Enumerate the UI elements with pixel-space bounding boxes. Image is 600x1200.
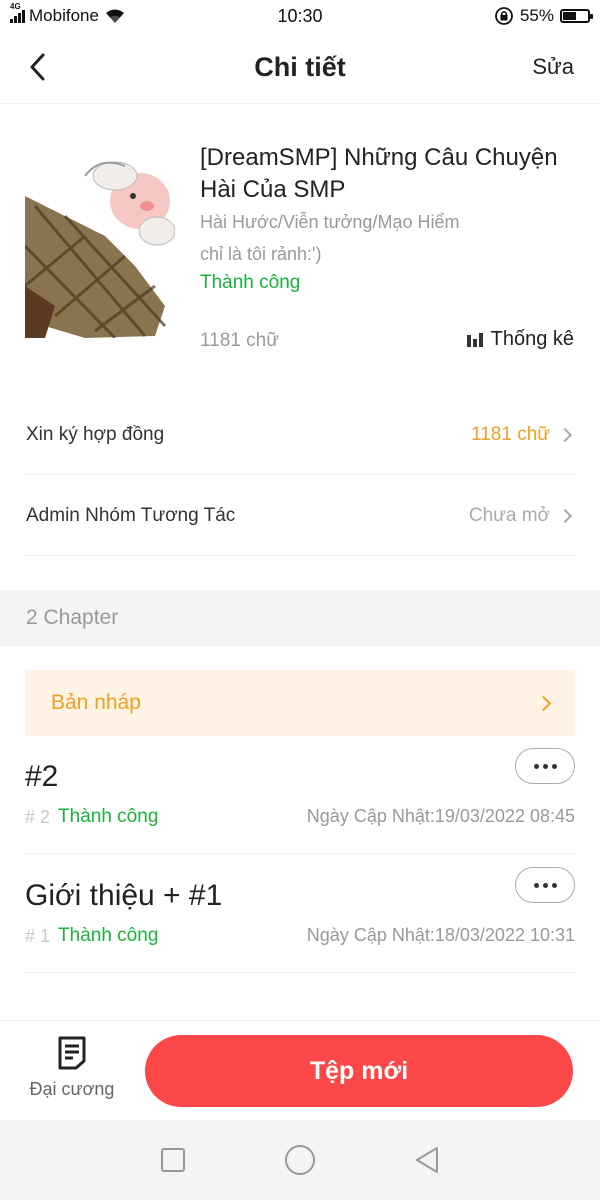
battery-icon [560, 9, 593, 23]
more-options-button[interactable] [515, 867, 575, 903]
chapter-title: #2 [25, 760, 59, 793]
book-title: [DreamSMP] Những Câu Chuyện Hài Của SMP [200, 144, 558, 203]
chevron-right-icon [557, 427, 573, 442]
contract-row[interactable]: Xin ký hợp đồng 1181 chữ [26, 395, 574, 475]
circle-icon [284, 1145, 315, 1175]
book-description: chỉ là tôi rảnh:') [200, 244, 322, 264]
chevron-right-icon [557, 508, 573, 523]
more-options-button[interactable] [515, 748, 575, 784]
battery-percent: 55% [519, 6, 554, 25]
outline-label: Đại cương [29, 1079, 115, 1099]
network-badge: 4G [10, 2, 21, 11]
chapter-number: # 2 [25, 806, 51, 827]
home-button[interactable] [280, 1140, 320, 1180]
book-info: [DreamSMP] Những Câu Chuyện Hài Của SMP … [0, 104, 600, 374]
dot-icon [533, 763, 539, 769]
chapter-item[interactable]: Giới thiệu + #1 # 1 Thành công Ngày Cập … [25, 855, 575, 973]
back-button[interactable] [22, 50, 52, 84]
interaction-group-row[interactable]: Admin Nhóm Tương Tác Chưa mở [26, 476, 574, 556]
system-nav-bar [0, 1120, 600, 1200]
edit-button[interactable]: Sửa [532, 54, 574, 80]
interaction-group-right: Chưa mở [469, 505, 574, 527]
contract-value: 1181 chữ [471, 423, 550, 445]
new-file-button[interactable]: Tệp mới [145, 1035, 573, 1107]
chapter-updated-date: Ngày Cập Nhật:19/03/2022 08:45 [306, 806, 575, 826]
page-title: Chi tiết [254, 52, 346, 82]
status-right: 55% [370, 6, 593, 26]
chapter-status: Thành công [58, 806, 159, 827]
book-cover-image[interactable] [25, 136, 175, 338]
status-left: 4G Mobifone [10, 2, 230, 26]
interaction-group-label: Admin Nhóm Tương Tác [26, 504, 236, 526]
signal-icon: 4G [10, 2, 25, 23]
chapter-meta: # 1 Thành công [25, 925, 158, 947]
chapter-item[interactable]: #2 # 2 Thành công Ngày Cập Nhật:19/03/20… [25, 736, 575, 854]
chapter-updated-date: Ngày Cập Nhật:18/03/2022 10:31 [306, 925, 575, 945]
recent-apps-button[interactable] [153, 1140, 193, 1180]
cover-illustration [25, 136, 175, 338]
dot-icon [533, 882, 539, 888]
draft-row[interactable]: Bản nháp [25, 670, 575, 736]
header: Chi tiết Sửa [0, 32, 600, 104]
book-genres: Hài Hước/Viễn tưởng/Mạo Hiểm [200, 212, 460, 232]
bottom-action-bar: Đại cương Tệp mới [0, 1020, 600, 1120]
book-word-count: 1181 chữ [200, 330, 279, 351]
rotation-lock-icon [495, 7, 513, 25]
chapter-number: # 1 [25, 925, 51, 946]
interaction-group-value: Chưa mở [468, 504, 550, 526]
back-arrow-icon [30, 53, 45, 81]
back-nav-button[interactable] [407, 1140, 447, 1180]
draft-label: Bản nháp [51, 691, 141, 714]
status-bar: 4G Mobifone 10:30 55% [0, 0, 600, 32]
stats-button[interactable]: Thống kê [466, 328, 574, 351]
chapter-count: 2 Chapter [0, 590, 600, 646]
chapter-meta: # 2 Thành công [25, 806, 158, 828]
document-icon [58, 1036, 86, 1070]
contract-right: 1181 chữ [471, 424, 574, 446]
chapter-status: Thành công [58, 925, 159, 946]
wifi-icon [105, 9, 124, 23]
clock: 10:30 [277, 5, 323, 26]
stats-label: Thống kê [490, 328, 574, 350]
book-status-badge: Thành công [200, 272, 301, 293]
chevron-right-icon [535, 695, 552, 711]
carrier-name: Mobifone [29, 6, 99, 25]
contract-label: Xin ký hợp đồng [26, 423, 165, 445]
chapter-title: Giới thiệu + #1 [25, 879, 223, 912]
outline-button[interactable]: Đại cương [20, 1035, 124, 1115]
bar-chart-icon [466, 332, 483, 347]
triangle-back-icon [415, 1147, 438, 1173]
square-icon [161, 1148, 186, 1172]
